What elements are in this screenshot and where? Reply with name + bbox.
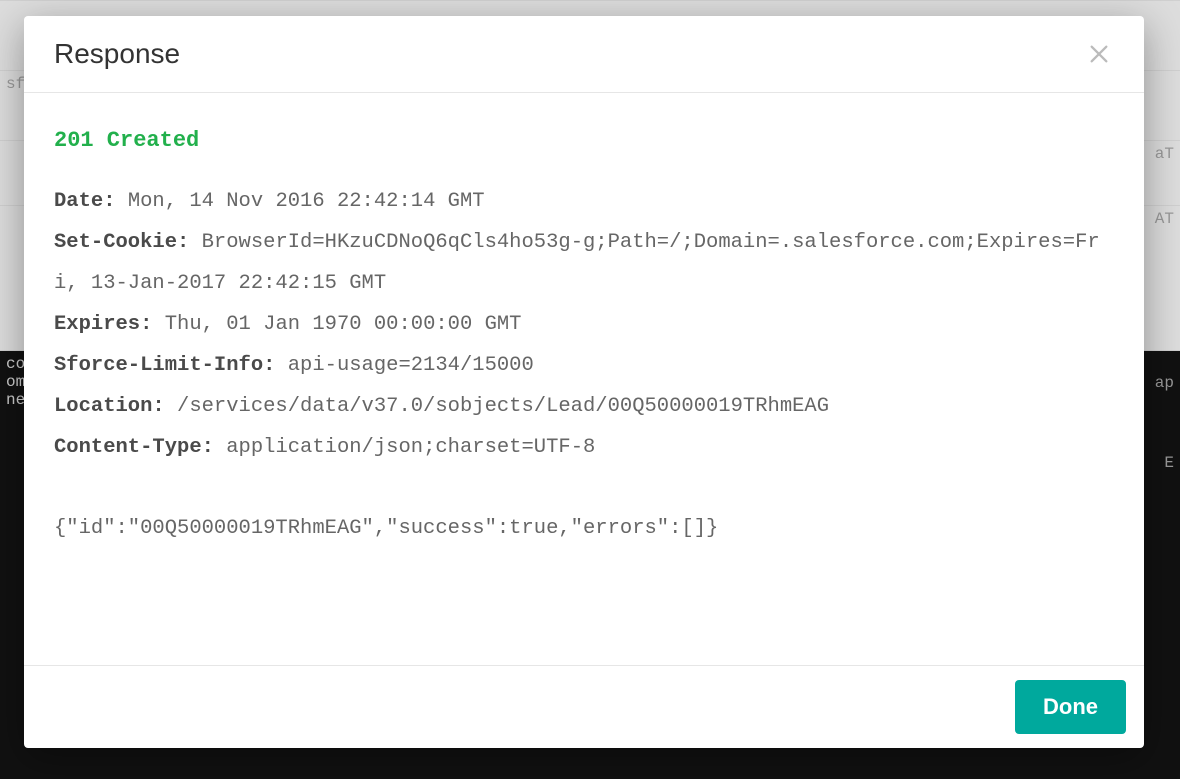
response-header-line: Content-Type: application/json;charset=U… [54, 427, 1114, 468]
modal-footer: Done [24, 665, 1144, 748]
modal-header: Response [24, 16, 1144, 93]
modal-body: 201 Created Date: Mon, 14 Nov 2016 22:42… [24, 93, 1144, 665]
response-header-value: /services/data/v37.0/sobjects/Lead/00Q50… [165, 395, 829, 418]
response-header-line: Expires: Thu, 01 Jan 1970 00:00:00 GMT [54, 304, 1114, 345]
response-body: {"id":"00Q50000019TRhmEAG","success":tru… [54, 508, 1114, 549]
http-status: 201 Created [54, 119, 1114, 163]
response-header-line: Location: /services/data/v37.0/sobjects/… [54, 386, 1114, 427]
modal-title: Response [54, 38, 180, 70]
response-header-key: Set-Cookie: [54, 231, 189, 254]
response-header-line: Sforce-Limit-Info: api-usage=2134/15000 [54, 345, 1114, 386]
response-header-value: Thu, 01 Jan 1970 00:00:00 GMT [152, 313, 521, 336]
response-header-line: Set-Cookie: BrowserId=HKzuCDNoQ6qCls4ho5… [54, 222, 1114, 304]
response-headers: Date: Mon, 14 Nov 2016 22:42:14 GMTSet-C… [54, 181, 1114, 468]
response-header-key: Content-Type: [54, 436, 214, 459]
response-header-value: api-usage=2134/15000 [275, 354, 533, 377]
response-header-value: BrowserId=HKzuCDNoQ6qCls4ho53g-g;Path=/;… [54, 231, 1100, 295]
response-header-line: Date: Mon, 14 Nov 2016 22:42:14 GMT [54, 181, 1114, 222]
bg-row [0, 0, 1180, 9]
response-header-value: application/json;charset=UTF-8 [214, 436, 595, 459]
response-header-key: Expires: [54, 313, 152, 336]
response-header-key: Sforce-Limit-Info: [54, 354, 275, 377]
response-modal: Response 201 Created Date: Mon, 14 Nov 2… [24, 16, 1144, 748]
done-button[interactable]: Done [1015, 680, 1126, 734]
response-header-value: Mon, 14 Nov 2016 22:42:14 GMT [116, 190, 485, 213]
response-header-key: Date: [54, 190, 116, 213]
response-header-key: Location: [54, 395, 165, 418]
close-button[interactable] [1084, 39, 1114, 69]
close-icon [1088, 43, 1110, 65]
